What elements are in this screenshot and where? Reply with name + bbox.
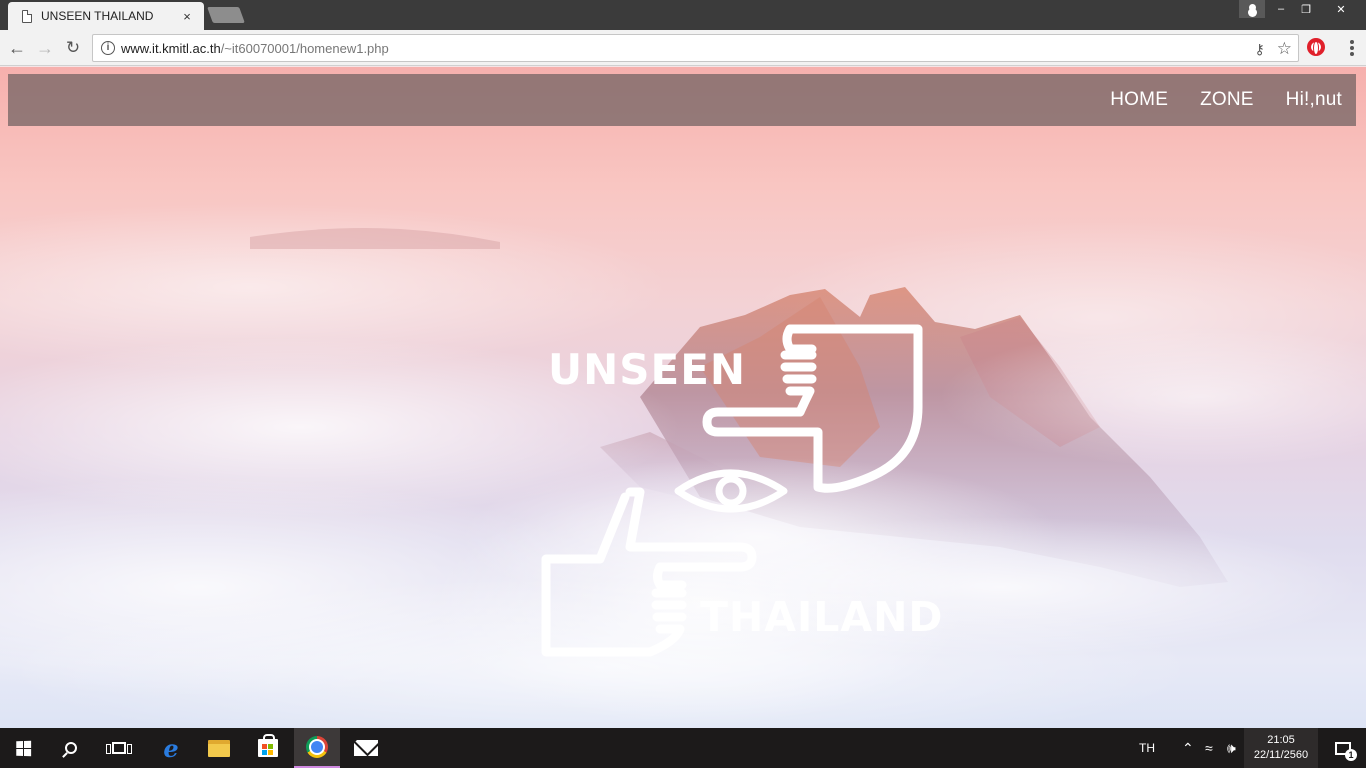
volume-icon[interactable]: 🕪 bbox=[1227, 728, 1236, 768]
page-viewport: HOME ZONE Hi!,nut UNSEEN THAILAND bbox=[0, 67, 1366, 728]
url-host: www.it.kmitl.ac.th bbox=[121, 40, 221, 56]
info-icon[interactable]: i bbox=[101, 41, 115, 55]
new-tab-button[interactable] bbox=[207, 7, 245, 23]
logo-unseen-text: UNSEEN bbox=[548, 345, 747, 394]
forward-button[interactable]: → bbox=[34, 37, 56, 59]
browser-toolbar: ← → ↻ i www.it.kmitl.ac.th/~it60070001/h… bbox=[0, 30, 1366, 66]
clock-date: 22/11/2560 bbox=[1253, 749, 1309, 761]
input-language-indicator[interactable]: TH bbox=[1139, 728, 1155, 768]
show-hidden-icons-chevron-icon[interactable]: ⌃ bbox=[1182, 728, 1194, 768]
profile-icon[interactable] bbox=[1239, 0, 1265, 18]
search-icon bbox=[65, 742, 77, 754]
start-button[interactable] bbox=[0, 728, 46, 768]
page-icon bbox=[22, 9, 32, 23]
store-icon bbox=[258, 734, 278, 757]
browser-tab-strip: UNSEEN THAILAND × – ❐ ✕ bbox=[0, 0, 1366, 30]
clock-time: 21:05 bbox=[1267, 734, 1295, 746]
url-path: /~it60070001/homenew1.php bbox=[220, 40, 389, 56]
file-explorer-taskbar-button[interactable] bbox=[196, 728, 242, 768]
mail-icon bbox=[354, 740, 378, 756]
key-icon[interactable]: ⚷ bbox=[1254, 41, 1264, 58]
arrow-right-icon: → bbox=[36, 37, 54, 58]
close-icon: ✕ bbox=[1336, 3, 1346, 16]
logo-thailand-text: THAILAND bbox=[700, 593, 944, 641]
file-explorer-icon bbox=[208, 739, 230, 757]
bookmark-star-icon[interactable]: ☆ bbox=[1277, 39, 1292, 59]
store-taskbar-button[interactable] bbox=[245, 728, 291, 768]
chrome-taskbar-button[interactable] bbox=[294, 728, 340, 768]
windows-taskbar: e TH ⌃ ≈ 🕪 21:05 22/11/2560 1 bbox=[0, 728, 1366, 768]
task-view-button[interactable] bbox=[96, 728, 142, 768]
tab-title: UNSEEN THAILAND bbox=[41, 9, 154, 23]
search-button[interactable] bbox=[48, 728, 94, 768]
windows-start-icon bbox=[15, 740, 31, 756]
edge-taskbar-button[interactable]: e bbox=[148, 728, 194, 768]
system-clock[interactable]: 21:05 22/11/2560 bbox=[1244, 728, 1318, 768]
close-window-button[interactable]: ✕ bbox=[1320, 0, 1362, 18]
browser-menu-icon[interactable] bbox=[1344, 39, 1360, 57]
unseen-thailand-logo bbox=[541, 324, 923, 657]
minimize-button[interactable]: – bbox=[1270, 0, 1292, 18]
reload-icon: ↻ bbox=[65, 38, 81, 57]
address-bar[interactable]: i www.it.kmitl.ac.th/~it60070001/homenew… bbox=[92, 34, 1299, 62]
action-center-button[interactable]: 1 bbox=[1320, 728, 1366, 768]
task-view-icon bbox=[106, 742, 132, 754]
notification-icon: 1 bbox=[1335, 741, 1357, 761]
arrow-left-icon: ← bbox=[8, 37, 26, 58]
edge-icon: e bbox=[163, 733, 179, 763]
reload-button[interactable]: ↻ bbox=[62, 37, 84, 59]
back-button[interactable]: ← bbox=[6, 37, 28, 59]
mail-taskbar-button[interactable] bbox=[343, 728, 389, 768]
minimize-icon: – bbox=[1277, 3, 1285, 15]
browser-tab[interactable]: UNSEEN THAILAND × bbox=[8, 2, 204, 30]
maximize-button[interactable]: ❐ bbox=[1294, 0, 1318, 18]
tab-close-icon[interactable]: × bbox=[180, 9, 194, 24]
chrome-icon bbox=[306, 736, 328, 758]
notification-count-badge: 1 bbox=[1345, 748, 1357, 761]
wifi-icon[interactable]: ≈ bbox=[1205, 728, 1213, 768]
opera-extension-icon[interactable] bbox=[1307, 38, 1325, 56]
maximize-icon: ❐ bbox=[1301, 3, 1311, 16]
